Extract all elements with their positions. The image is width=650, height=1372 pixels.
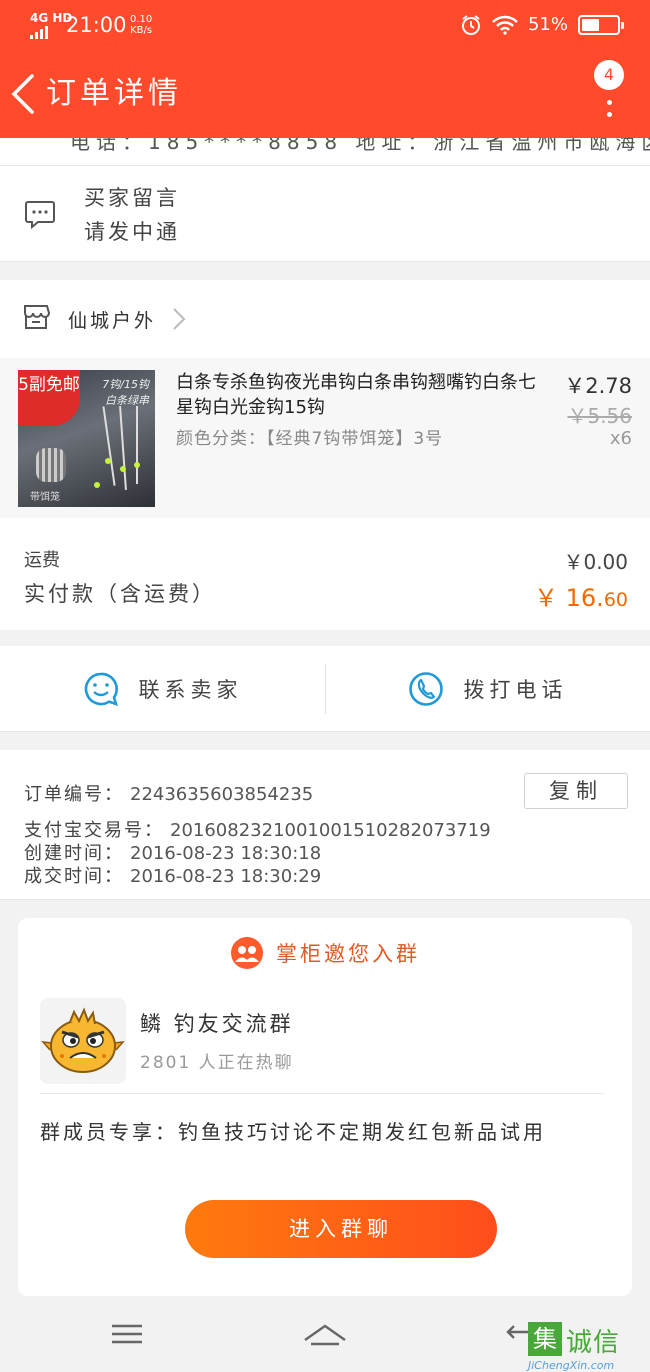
deal-time-row: 成交时间： 2016-08-23 18:30:29: [24, 866, 322, 887]
group-invite-card: 掌柜邀您入群 鳞 钓友交流群 2801 人正在热聊 群成员专享：钓鱼技巧讨论不定…: [18, 918, 632, 1296]
watermark-logo: 集: [528, 1322, 562, 1356]
pufferfish-mascot-icon: [41, 1007, 125, 1073]
shop-icon: [24, 305, 50, 329]
top-bar: 4G HD 21:00 0.10 KB/s 51% 订单详情 4: [0, 0, 650, 138]
back-button[interactable]: [8, 72, 48, 116]
contact-seller-label: 联系卖家: [138, 678, 243, 702]
more-menu-button[interactable]: 4: [590, 58, 630, 128]
battery-fill: [582, 19, 600, 31]
buyer-message-text: 请发中通: [84, 220, 180, 244]
buyer-message-row: 买家留言 请发中通: [0, 166, 650, 262]
product-image-caption: 带饵笼: [30, 492, 60, 503]
clock: 21:00: [66, 13, 127, 37]
product-quantity: x6: [609, 428, 632, 449]
shop-name: 仙城户外: [68, 310, 157, 332]
product-image[interactable]: 5副免邮 7钩/15钩 白条绿串 带饵笼: [18, 370, 155, 507]
contact-bar: 联系卖家 拨打电话: [0, 646, 650, 732]
message-icon: [25, 201, 55, 230]
paid-amount: ￥ 16.60: [534, 584, 628, 612]
group-name: 鳞 钓友交流群: [140, 1012, 294, 1036]
order-number-row: 订单编号： 2243635603854235: [24, 784, 314, 805]
order-info: 订单编号： 2243635603854235 复制 支付宝交易号： 20160823…: [0, 750, 650, 900]
battery-icon: [578, 15, 624, 35]
paid-label: 实付款（含运费）: [24, 582, 216, 606]
phone-icon: [408, 672, 443, 706]
join-group-button[interactable]: 进入群聊: [185, 1200, 497, 1258]
network-speed: 0.10 KB/s: [130, 14, 153, 36]
watermark-url: JiChengXin.com: [528, 1359, 615, 1372]
shop-row[interactable]: 仙城户外: [0, 280, 650, 358]
buyer-message-label: 买家留言: [84, 186, 180, 210]
group-invite-header: 掌柜邀您入群: [18, 936, 632, 970]
chat-face-icon: [84, 672, 118, 707]
group-avatar: [40, 998, 126, 1084]
product-original-price: ￥5.56: [567, 404, 632, 428]
shipping-value: ￥0.00: [563, 550, 628, 574]
group-member-count: 2801 人正在热聊: [140, 1053, 294, 1073]
group-icon: [231, 937, 263, 969]
watermark: 集 诚信 JiChengXin.com: [528, 1322, 644, 1372]
product-spec: 颜色分类：【经典7钩带饵笼】3号: [176, 429, 444, 449]
copy-button[interactable]: 复制: [524, 773, 628, 809]
signal-icon: [30, 26, 48, 39]
group-description: 群成员专享：钓鱼技巧讨论不定期发红包新品试用: [40, 1120, 546, 1144]
watermark-name: 诚信: [566, 1328, 621, 1358]
order-item[interactable]: 5副免邮 7钩/15钩 白条绿串 带饵笼 白条专杀鱼钩夜光串钩白条串钩翘嘴钓白条…: [0, 358, 650, 518]
back-arrow-icon: [11, 74, 34, 114]
address-fragment-row: 电话：185****8858 地址：浙江省温州市瓯海区: [0, 138, 650, 166]
created-time: 2016-08-23 18:30:18: [130, 843, 322, 864]
free-shipping-ribbon: 5副免邮: [18, 370, 80, 426]
shipping-label: 运费: [24, 550, 60, 571]
status-bar: 4G HD 21:00 0.10 KB/s 51%: [0, 0, 650, 50]
call-phone-label: 拨打电话: [463, 678, 568, 702]
group-invite-title: 掌柜邀您入群: [276, 942, 420, 966]
product-image-label: 7钩/15钩: [102, 378, 149, 391]
home-icon[interactable]: [302, 1314, 348, 1354]
alipay-number: 2016082321001001510282073719: [170, 820, 491, 841]
alarm-icon: [461, 15, 480, 35]
group-divider: [40, 1093, 604, 1094]
call-phone-button[interactable]: 拨打电话: [325, 646, 650, 732]
title-bar: 订单详情 4: [0, 50, 650, 138]
page-title: 订单详情: [46, 76, 182, 111]
product-image-sublabel: 白条绿串: [105, 394, 149, 407]
product-price: ￥2.78: [564, 374, 632, 398]
order-number[interactable]: 2243635603854235: [130, 784, 313, 805]
battery-percent: 51%: [527, 14, 568, 35]
address-fragment: 电话：185****8858 地址：浙江省温州市瓯海区: [70, 138, 650, 154]
deal-time: 2016-08-23 18:30:29: [130, 866, 322, 887]
menu-icon[interactable]: [110, 1314, 144, 1354]
chevron-right-icon: [173, 308, 186, 330]
fee-summary: 运费 ￥0.00 实付款（含运费） ￥ 16.60: [0, 518, 650, 630]
notification-badge: 4: [594, 60, 624, 90]
product-name[interactable]: 白条专杀鱼钩夜光串钩白条串钩翘嘴钓白条七星钩白光金钩15钩: [176, 370, 546, 420]
bait-basket: [36, 448, 66, 482]
wifi-icon: [492, 15, 518, 35]
status-right: 51%: [460, 12, 624, 38]
contact-seller-button[interactable]: 联系卖家: [0, 646, 325, 732]
